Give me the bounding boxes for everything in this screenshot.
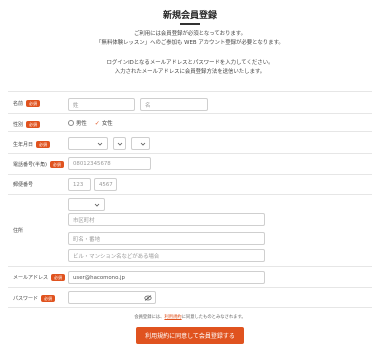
register-button[interactable]: 利用規約に同意して会員登録する: [136, 327, 244, 344]
chevron-down-icon: [94, 203, 100, 207]
page-title: 新規会員登録: [162, 11, 217, 21]
divider: [8, 287, 372, 288]
last-name-input[interactable]: 姓: [68, 98, 135, 111]
terms-notice: 会員登録には、利用規約に同意したものとみなされます。: [0, 314, 380, 320]
birth-month-select[interactable]: [113, 137, 126, 150]
divider: [8, 91, 372, 92]
male-radio[interactable]: [68, 120, 74, 126]
title-underline: [180, 23, 200, 25]
required-badge: 必須: [51, 274, 66, 281]
chevron-down-icon: [140, 142, 146, 146]
town-input[interactable]: 町名・番地: [68, 232, 265, 245]
birth-year-select[interactable]: [68, 137, 108, 150]
address-label-text: 住所: [13, 228, 24, 234]
birthdate-label: 生年月日 必須: [13, 141, 51, 148]
terms-suffix: に同意したものとみなされます。: [181, 315, 246, 320]
address-label: 住所: [13, 227, 23, 234]
intro-line-4: 入力されたメールアドレスに会員登録方法を送信いたします。: [114, 69, 266, 75]
password-label: パスワード 必須: [13, 295, 56, 302]
name-label: 名前 必須: [13, 100, 41, 107]
intro-line-3: ログインIDとなるメールアドレスとパスワードを入力してください。: [106, 60, 274, 66]
required-badge: 必須: [49, 161, 64, 168]
required-badge: 必須: [36, 141, 51, 148]
divider: [8, 153, 372, 154]
birth-day-select[interactable]: [131, 137, 150, 150]
male-option-label[interactable]: 男性: [76, 119, 87, 127]
city-input[interactable]: 市区町村: [68, 213, 265, 226]
divider: [8, 174, 372, 175]
chevron-down-icon: [97, 142, 103, 146]
intro-line-2: 「無料体験レッスン」へのご参加も WEB アカウント登録が必要となります。: [96, 40, 284, 46]
email-label: メールアドレス 必須: [13, 274, 66, 281]
postal-code-part2-input[interactable]: 4567: [94, 178, 117, 191]
chevron-down-icon: [117, 142, 123, 146]
email-label-text: メールアドレス: [13, 275, 49, 281]
required-badge: 必須: [26, 121, 41, 128]
required-badge: 必須: [41, 295, 56, 302]
required-badge: 必須: [26, 100, 41, 107]
password-label-text: パスワード: [13, 296, 39, 302]
postal-label: 郵便番号: [13, 181, 33, 188]
postal-code-part1-input[interactable]: 123: [68, 178, 91, 191]
first-name-input[interactable]: 名: [140, 98, 208, 111]
password-input[interactable]: [68, 291, 156, 304]
phone-input[interactable]: 08012345678: [68, 157, 151, 170]
terms-prefix: 会員登録には、: [134, 315, 165, 320]
phone-label-text: 電話番号(半角): [13, 162, 47, 168]
gender-label-text: 性別: [13, 122, 24, 128]
terms-link[interactable]: 利用規約: [164, 315, 181, 320]
phone-label: 電話番号(半角) 必須: [13, 161, 64, 168]
female-option-label[interactable]: 女性: [102, 119, 113, 127]
building-input[interactable]: ビル・マンション名などがある場合: [68, 249, 265, 262]
divider: [8, 194, 372, 195]
divider: [8, 131, 372, 132]
checkmark-icon[interactable]: ✓: [95, 120, 100, 127]
intro-line-1: ご利用には会員登録が必須となっております。: [133, 31, 247, 37]
eye-slash-icon[interactable]: [144, 295, 152, 301]
postal-label-text: 郵便番号: [13, 182, 34, 188]
divider: [8, 307, 372, 308]
divider: [8, 266, 372, 267]
name-label-text: 名前: [13, 101, 24, 107]
gender-options: 男性 ✓ 女性: [68, 119, 113, 127]
gender-label: 性別 必須: [13, 121, 41, 128]
divider: [8, 113, 372, 114]
birthdate-label-text: 生年月日: [13, 142, 34, 148]
email-input[interactable]: user@hacomono.jp: [68, 271, 265, 284]
prefecture-select[interactable]: [68, 198, 105, 211]
